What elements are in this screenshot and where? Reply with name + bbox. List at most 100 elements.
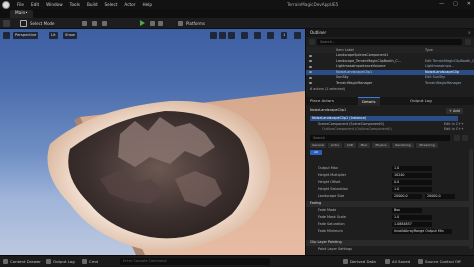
- menu-tools[interactable]: Tools: [70, 0, 80, 9]
- menu-edit[interactable]: Edit: [31, 0, 39, 9]
- outliner-settings-icon[interactable]: [465, 39, 471, 45]
- clip-layer-section-header[interactable]: Clip Layer Painting: [306, 240, 469, 246]
- property-value-input[interactable]: 0.0: [392, 180, 432, 185]
- cmd-icon[interactable]: [82, 259, 87, 264]
- menu-window[interactable]: Window: [46, 0, 63, 9]
- minimize-icon[interactable]: —: [439, 0, 444, 9]
- visibility-icon[interactable]: [309, 71, 312, 73]
- details-scrollbar[interactable]: [469, 149, 473, 249]
- all-saved-status[interactable]: All Saved: [392, 256, 410, 267]
- property-label: Height Saturation: [318, 187, 348, 191]
- cinematics-icon[interactable]: [102, 21, 107, 26]
- select-mode-dropdown[interactable]: Select Mode: [30, 20, 55, 27]
- window-controls: — ▢ ✕: [439, 0, 471, 9]
- property-value-input[interactable]: 10240: [392, 173, 432, 178]
- property-label: Landscape Size: [318, 194, 345, 198]
- grid-snap-icon[interactable]: [254, 32, 261, 39]
- lit-button[interactable]: Lit: [49, 32, 58, 39]
- visibility-icon[interactable]: [309, 82, 312, 84]
- property-label: Height Offset: [318, 180, 341, 184]
- outliner-search-input[interactable]: Search...: [317, 39, 462, 45]
- platforms-dropdown[interactable]: Platforms: [186, 20, 205, 27]
- cmd-dropdown[interactable]: Cmd: [89, 256, 98, 267]
- save-status-icon[interactable]: [385, 259, 390, 264]
- details-search-input[interactable]: Search: [310, 135, 450, 141]
- component-outline[interactable]: OutlineComponent (OutlineComponent0): [322, 127, 392, 132]
- property-value-input[interactable]: 1.0: [392, 215, 432, 220]
- property-value-input[interactable]: 1.0: [392, 166, 432, 171]
- property-value-input[interactable]: 1.0884857: [392, 222, 432, 227]
- filter-all[interactable]: All: [310, 150, 322, 155]
- console-command-input[interactable]: Enter Console Command: [120, 258, 270, 265]
- filter-icon[interactable]: [309, 39, 315, 45]
- filter-lod[interactable]: LOD: [344, 143, 356, 148]
- row-label: TerrainMagicManager: [336, 80, 373, 85]
- perspective-button[interactable]: Perspective: [13, 32, 39, 39]
- maximize-viewport-icon[interactable]: [294, 32, 301, 39]
- unreal-logo-icon[interactable]: [2, 1, 10, 9]
- level-viewport[interactable]: Perspective Lit Show 1: [0, 29, 305, 255]
- source-control-status[interactable]: Source Control Off: [425, 256, 461, 267]
- blueprint-icon[interactable]: [92, 21, 97, 26]
- platforms-icon[interactable]: [178, 21, 183, 26]
- details-view-options-icon[interactable]: [454, 135, 460, 141]
- derived-data-button[interactable]: Derived Data: [350, 256, 376, 267]
- add-content-icon[interactable]: [82, 21, 87, 26]
- fading-section-header[interactable]: Fading: [306, 201, 469, 207]
- menu-build[interactable]: Build: [87, 0, 98, 9]
- play-options-icon[interactable]: [150, 21, 155, 26]
- rotate-icon[interactable]: [219, 32, 226, 39]
- launch-icon[interactable]: [158, 21, 163, 26]
- maximize-icon[interactable]: ▢: [453, 0, 458, 9]
- visibility-icon[interactable]: [309, 60, 312, 62]
- world-local-icon[interactable]: [241, 32, 248, 39]
- viewport-toolbar: Perspective Lit Show 1: [0, 32, 305, 39]
- menu-actor[interactable]: Actor: [124, 0, 135, 9]
- tab-details[interactable]: Details: [358, 97, 380, 106]
- rotation-snap-icon[interactable]: [267, 32, 274, 39]
- menu-select[interactable]: Select: [104, 0, 117, 9]
- select-mode-icon[interactable]: [20, 20, 27, 27]
- property-value-input[interactable]: 20000.0: [425, 194, 455, 199]
- save-icon[interactable]: [3, 20, 10, 27]
- source-control-icon[interactable]: [418, 259, 423, 264]
- close-icon[interactable]: ✕: [467, 0, 471, 9]
- filter-rendering[interactable]: Rendering: [392, 143, 414, 148]
- details-settings-icon[interactable]: [462, 135, 468, 141]
- property-value-input[interactable]: 20000.0: [392, 194, 422, 199]
- selected-actor-name: NoiseLandscapeClip1: [310, 108, 347, 112]
- visibility-icon[interactable]: [309, 76, 312, 79]
- show-button[interactable]: Show: [63, 32, 77, 39]
- output-log-button[interactable]: Output Log: [53, 256, 75, 267]
- outliner-row[interactable]: TerrainMagicManager TerrainMagicManager: [306, 81, 474, 87]
- filter-actor[interactable]: Actor: [328, 143, 342, 148]
- scale-icon[interactable]: [228, 32, 235, 39]
- play-icon[interactable]: [140, 20, 145, 26]
- edit-in-cpp-link[interactable]: Edit in C++: [444, 127, 464, 132]
- visibility-icon[interactable]: [309, 65, 312, 68]
- menu-file[interactable]: File: [17, 0, 24, 9]
- menu-help[interactable]: Help: [142, 0, 152, 9]
- camera-speed[interactable]: 1: [281, 32, 288, 39]
- fade-mode-dropdown[interactable]: Box: [392, 208, 422, 213]
- visibility-icon[interactable]: [309, 54, 312, 57]
- filter-physics[interactable]: Physics: [372, 143, 390, 148]
- property-value-input[interactable]: InvalidArrayRange Output Min: [392, 229, 452, 234]
- filter-misc[interactable]: Misc: [358, 143, 370, 148]
- close-outliner-icon[interactable]: ×: [468, 29, 471, 37]
- instance-row[interactable]: NoiseLandscapeClip1 (Instance): [310, 116, 458, 121]
- add-component-button[interactable]: + Add: [446, 108, 463, 114]
- filter-streaming[interactable]: Streaming: [416, 143, 438, 148]
- translate-icon[interactable]: [210, 32, 217, 39]
- property-value-input[interactable]: 1.0: [392, 187, 432, 192]
- derived-data-icon[interactable]: [343, 259, 348, 264]
- editor-window: File Edit Window Tools Build Select Acto…: [0, 0, 474, 266]
- tab-place-actors[interactable]: Place Actors: [306, 97, 338, 105]
- tab-output-log[interactable]: Output Log: [406, 97, 436, 105]
- hamburger-icon[interactable]: [3, 32, 10, 39]
- filter-general[interactable]: General: [310, 143, 326, 148]
- level-tab[interactable]: Main•: [10, 10, 33, 18]
- content-drawer-button[interactable]: Content Drawer: [10, 256, 41, 267]
- content-drawer-icon[interactable]: [3, 259, 8, 264]
- output-log-icon[interactable]: [46, 259, 51, 264]
